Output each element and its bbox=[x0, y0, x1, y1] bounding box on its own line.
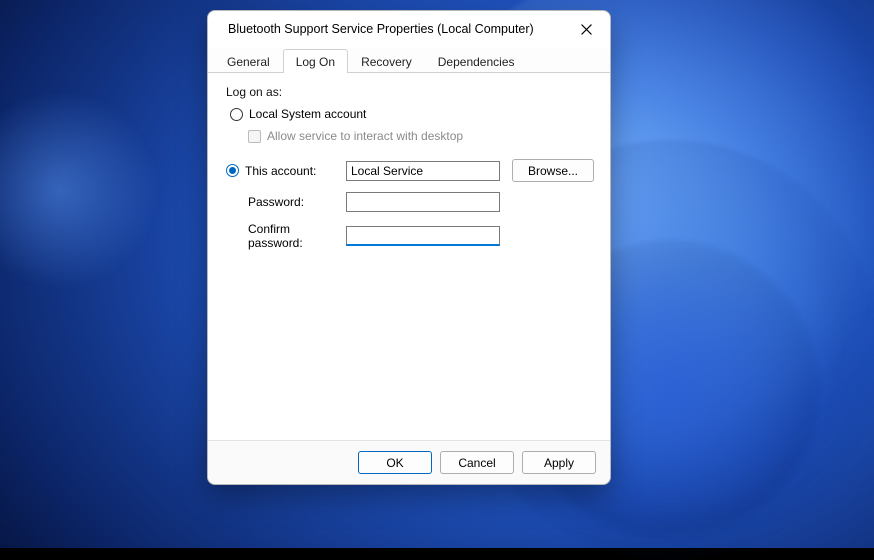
account-name-input[interactable] bbox=[346, 161, 500, 181]
label-password: Password: bbox=[226, 195, 336, 209]
browse-button[interactable]: Browse... bbox=[512, 159, 594, 182]
dialog-footer: OK Cancel Apply bbox=[208, 440, 610, 484]
desktop-background: Bluetooth Support Service Properties (Lo… bbox=[0, 0, 874, 548]
close-button[interactable] bbox=[568, 15, 604, 43]
radio-this-account[interactable] bbox=[226, 164, 239, 177]
confirm-password-input[interactable] bbox=[346, 226, 500, 246]
tab-log-on[interactable]: Log On bbox=[283, 49, 348, 73]
service-properties-dialog: Bluetooth Support Service Properties (Lo… bbox=[207, 10, 611, 485]
tabstrip: General Log On Recovery Dependencies bbox=[208, 47, 610, 73]
tab-general[interactable]: General bbox=[214, 49, 283, 73]
checkbox-allow-interact-desktop bbox=[248, 130, 261, 143]
radio-local-system-account[interactable] bbox=[230, 108, 243, 121]
tab-recovery[interactable]: Recovery bbox=[348, 49, 425, 73]
label-allow-interact-desktop: Allow service to interact with desktop bbox=[267, 129, 463, 143]
log-on-panel: Log on as: Local System account Allow se… bbox=[208, 73, 610, 440]
cancel-button[interactable]: Cancel bbox=[440, 451, 514, 474]
label-local-system-account[interactable]: Local System account bbox=[249, 107, 366, 121]
apply-button[interactable]: Apply bbox=[522, 451, 596, 474]
password-input[interactable] bbox=[346, 192, 500, 212]
label-confirm-password: Confirm password: bbox=[226, 222, 336, 250]
dialog-titlebar[interactable]: Bluetooth Support Service Properties (Lo… bbox=[208, 11, 610, 47]
dialog-title: Bluetooth Support Service Properties (Lo… bbox=[228, 22, 534, 36]
log-on-as-label: Log on as: bbox=[226, 85, 594, 99]
close-icon bbox=[581, 24, 592, 35]
tab-dependencies[interactable]: Dependencies bbox=[425, 49, 528, 73]
wallpaper-bloom bbox=[0, 90, 160, 290]
ok-button[interactable]: OK bbox=[358, 451, 432, 474]
label-this-account[interactable]: This account: bbox=[245, 164, 316, 178]
